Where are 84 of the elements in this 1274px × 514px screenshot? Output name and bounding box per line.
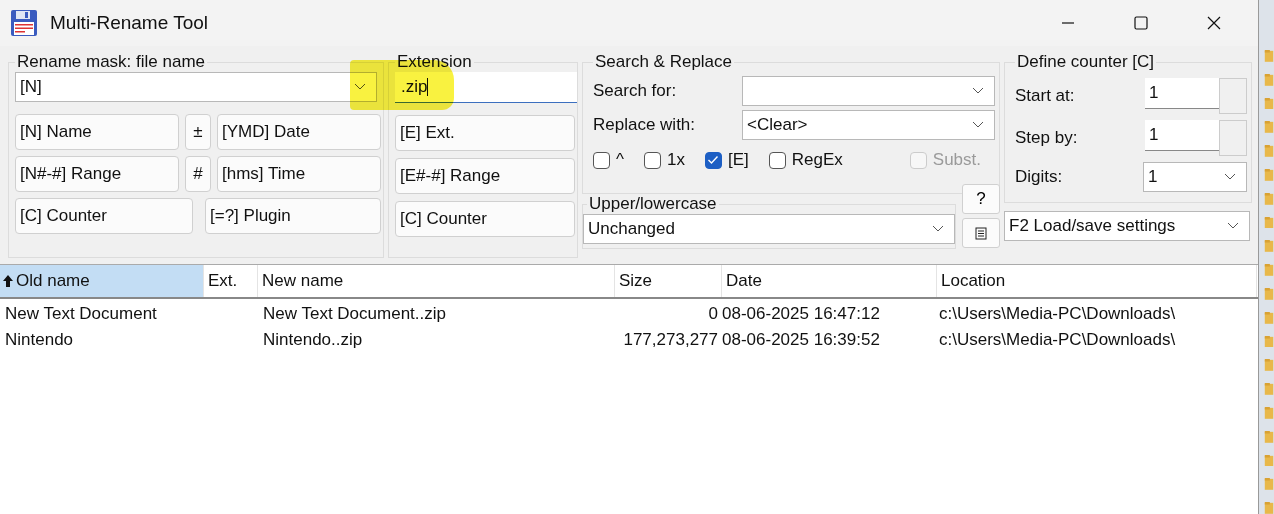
group-title: Search & Replace: [593, 52, 735, 72]
folder-icon: [1264, 406, 1274, 419]
column-header[interactable]: Location: [937, 265, 1257, 297]
column-header[interactable]: New name: [258, 265, 615, 297]
insert-button[interactable]: [YMD] Date: [217, 114, 381, 150]
group-title: Define counter [C]: [1015, 52, 1156, 72]
field-label: Replace with:: [593, 115, 696, 135]
folder-icon: [1264, 145, 1274, 157]
folder-icon: [1264, 192, 1274, 205]
help-button[interactable]: ?: [962, 184, 1000, 214]
case-dropdown[interactable]: Unchanged: [583, 214, 955, 244]
check-icon: [707, 155, 720, 165]
folder-icon: [1264, 264, 1274, 276]
start-field[interactable]: 1: [1145, 78, 1219, 109]
folder-icon: [1264, 478, 1274, 491]
field-label: Search for:: [593, 81, 677, 101]
table-cell: 08-06-2025 16:47:12: [722, 304, 880, 323]
folder-icon: [1264, 454, 1274, 467]
checkbox[interactable]: [768, 151, 786, 169]
table-cell: Nintendo..zip: [263, 330, 363, 349]
close-icon[interactable]: [1207, 16, 1221, 30]
folder-icon: [1264, 502, 1274, 514]
field-label: Step by:: [1015, 128, 1078, 148]
folder-icon: [1264, 335, 1274, 348]
folder-icon: [1264, 287, 1274, 300]
sort-up-icon: [2, 274, 14, 288]
folder-icon: [1264, 383, 1274, 395]
column-header[interactable]: Size: [615, 265, 722, 297]
replace-field[interactable]: <Clear>: [742, 110, 995, 140]
insert-button[interactable]: [hms] Time: [217, 156, 381, 192]
folder-icon: [1264, 169, 1274, 181]
folder-icon: [1264, 216, 1274, 229]
settings-dropdown[interactable]: F2 Load/save settings: [1004, 211, 1250, 241]
table-cell: c:\Users\Media-PC\Downloads\: [939, 330, 1176, 349]
checkbox[interactable]: [593, 151, 610, 169]
step-field[interactable]: 1: [1145, 120, 1219, 151]
folder-icon: [1264, 97, 1274, 110]
insert-button[interactable]: [E#-#] Range: [395, 158, 575, 194]
folder-icon: [1264, 73, 1274, 86]
insert-button[interactable]: [E] Ext.: [395, 115, 575, 151]
folder-icon: [1264, 430, 1274, 443]
chevron-down-icon: [1224, 173, 1236, 181]
checkbox-label: ^: [616, 150, 624, 170]
field-label: Digits:: [1015, 167, 1063, 187]
table-cell: 08-06-2025 16:39:52: [722, 330, 880, 349]
checkbox-label: 1x: [667, 150, 685, 170]
insert-button[interactable]: [N#-#] Range: [15, 156, 179, 192]
chevron-down-icon: [972, 121, 984, 129]
group-title: Upper/lowercase: [587, 194, 719, 214]
window-title: Multi-Rename Tool: [50, 12, 209, 34]
field-label: Start at:: [1015, 86, 1075, 106]
chevron-down-icon: [972, 87, 984, 95]
table-cell: New Text Document: [5, 304, 157, 323]
folder-icon: [1264, 240, 1274, 253]
insert-button[interactable]: [C] Counter: [395, 201, 575, 237]
chevron-down-icon: [932, 225, 944, 233]
digits-dropdown[interactable]: 1: [1143, 162, 1247, 192]
insert-button[interactable]: [=?] Plugin: [205, 198, 381, 234]
checkbox-label: RegEx: [791, 150, 843, 170]
search-field[interactable]: [742, 76, 995, 106]
column-header[interactable]: Old name: [0, 265, 204, 297]
checkbox-label: Subst.: [932, 150, 981, 170]
checkbox-label: [E]: [727, 150, 749, 170]
insert-button[interactable]: [C] Counter: [15, 198, 193, 234]
table-cell: c:\Users\Media-PC\Downloads\: [939, 304, 1176, 323]
checkbox[interactable]: [644, 151, 661, 169]
clipboard-button[interactable]: [962, 218, 1000, 248]
column-header[interactable]: Ext.: [204, 265, 258, 297]
table-cell: 0: [708, 304, 718, 323]
column-header[interactable]: Date: [722, 265, 937, 297]
table-cell: 177,273,277: [623, 330, 718, 349]
insert-button[interactable]: ±: [185, 114, 211, 150]
folder-icon: [1264, 311, 1274, 324]
folder-icon: [1264, 50, 1274, 62]
clipboard-icon: [975, 226, 987, 240]
insert-button[interactable]: #: [185, 156, 211, 192]
table-cell: New Text Document..zip: [263, 304, 446, 323]
table-cell: Nintendo: [5, 330, 74, 349]
folder-icon: [1264, 359, 1274, 372]
chevron-down-icon: [1227, 222, 1239, 230]
folder-icon: [1264, 121, 1274, 134]
checkbox[interactable]: [704, 151, 722, 169]
insert-button[interactable]: [N] Name: [15, 114, 179, 150]
maximize-icon[interactable]: [1134, 16, 1148, 30]
